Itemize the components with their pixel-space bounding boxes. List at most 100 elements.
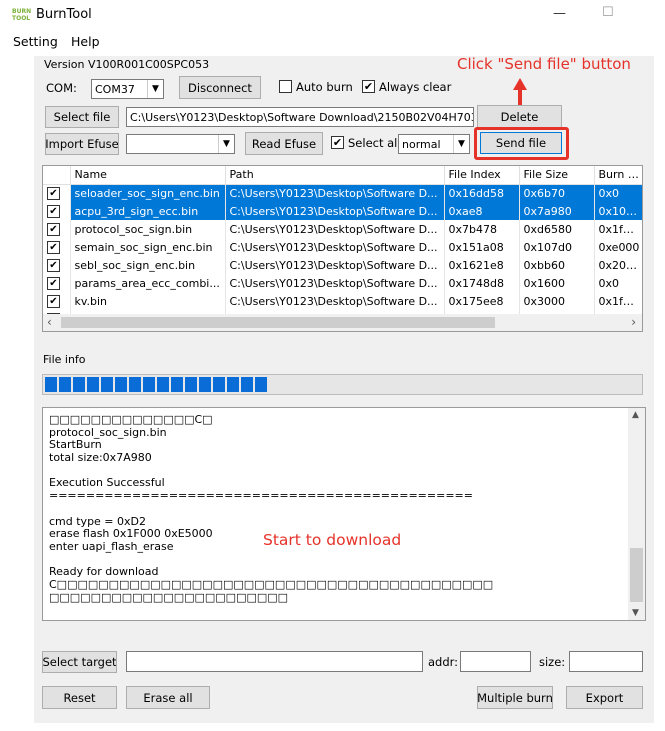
mode-value: normal bbox=[402, 137, 441, 151]
scroll-up-icon[interactable]: ▲ bbox=[632, 410, 639, 420]
select-file-button[interactable]: Select file bbox=[45, 106, 119, 128]
log-vscrollbar[interactable]: ▲ ▼ bbox=[628, 408, 645, 620]
chevron-down-icon: ▼ bbox=[218, 135, 234, 153]
row-size: 0x6b70 bbox=[519, 184, 595, 202]
multiple-burn-button[interactable]: Multiple burn bbox=[477, 686, 553, 709]
row-checkbox[interactable]: ✔ bbox=[43, 220, 71, 238]
row-path: C:\Users\Y0123\Desktop\Software D... bbox=[225, 220, 445, 238]
row-checkbox[interactable]: ✔ bbox=[43, 292, 71, 310]
addr-label: addr: bbox=[428, 655, 459, 669]
log-line: total size:0x7A980 bbox=[49, 451, 152, 465]
select-all-checkbox[interactable]: ✔ bbox=[331, 136, 344, 149]
com-value: COM37 bbox=[95, 82, 135, 96]
row-name: sebl_soc_sign_enc.bin bbox=[70, 256, 226, 274]
menu-setting[interactable]: Setting bbox=[13, 34, 58, 49]
row-addr: 0x10400 bbox=[594, 202, 642, 220]
read-efuse-button[interactable]: Read Efuse bbox=[245, 132, 323, 155]
table-hscrollbar[interactable]: ‹ › bbox=[43, 314, 642, 331]
erase-all-button[interactable]: Erase all bbox=[126, 686, 210, 709]
send-file-annotation: Click "Send file" button bbox=[457, 55, 631, 73]
row-addr: 0x2000 bbox=[594, 256, 642, 274]
header-path[interactable]: Path bbox=[225, 166, 445, 185]
row-checkbox[interactable]: ✔ bbox=[43, 256, 71, 274]
import-efuse-button[interactable]: Import Efuse bbox=[45, 133, 119, 155]
row-path: C:\Users\Y0123\Desktop\Software D... bbox=[225, 202, 445, 220]
select-target-button[interactable]: Select target bbox=[42, 651, 117, 673]
progress-fill bbox=[45, 377, 269, 392]
row-checkbox[interactable]: ✔ bbox=[43, 274, 71, 292]
table-row[interactable]: ✔ acpu_3rd_sign_ecc.bin C:\Users\Y0123\D… bbox=[43, 202, 642, 220]
log-output[interactable]: □□□□□□□□□□□□□□C□ protocol_soc_sign.bin Sta… bbox=[42, 407, 646, 621]
row-index: 0x1621e8 bbox=[444, 256, 520, 274]
row-size: 0x7a980 bbox=[519, 202, 595, 220]
progress-bar bbox=[42, 374, 643, 395]
disconnect-button[interactable]: Disconnect bbox=[179, 76, 261, 99]
size-input[interactable] bbox=[569, 651, 643, 672]
scroll-left-icon[interactable]: ‹ bbox=[47, 315, 52, 329]
row-index: 0xae8 bbox=[444, 202, 520, 220]
row-index: 0x7b478 bbox=[444, 220, 520, 238]
table-row[interactable]: ✔ seloader_soc_sign_enc.bin C:\Users\Y01… bbox=[43, 184, 642, 202]
header-file-index[interactable]: File Index bbox=[444, 166, 520, 185]
hscroll-thumb[interactable] bbox=[61, 317, 495, 328]
row-path: C:\Users\Y0123\Desktop\Software D... bbox=[225, 238, 445, 256]
log-line: C□□□□□□□□□□□□□□□□□□□□□□□□□□□□□□□□□□□□□□□… bbox=[49, 577, 494, 591]
row-name: semain_soc_sign_enc.bin bbox=[70, 238, 226, 256]
scroll-right-icon[interactable]: › bbox=[631, 315, 636, 329]
row-size: 0xbb60 bbox=[519, 256, 595, 274]
addr-input[interactable] bbox=[460, 651, 531, 672]
log-line: □□□□□□□□□□□□□□C□ bbox=[49, 413, 213, 426]
version-label: Version V100R001C00SPC053 bbox=[44, 58, 210, 71]
row-path: C:\Users\Y0123\Desktop\Software D... bbox=[225, 256, 445, 274]
table-row[interactable]: ✔ params_area_ecc_combi... C:\Users\Y012… bbox=[43, 274, 642, 292]
file-table-grid: Name Path File Index File Size Burn Ad ✔… bbox=[43, 166, 642, 328]
row-checkbox[interactable]: ✔ bbox=[43, 202, 71, 220]
row-name: protocol_soc_sign.bin bbox=[70, 220, 226, 238]
target-input[interactable] bbox=[126, 651, 423, 672]
row-name: kv.bin bbox=[70, 292, 226, 310]
table-header-row: Name Path File Index File Size Burn Ad bbox=[43, 166, 642, 185]
table-row[interactable]: ✔ protocol_soc_sign.bin C:\Users\Y0123\D… bbox=[43, 220, 642, 238]
auto-burn-checkbox[interactable] bbox=[279, 80, 292, 93]
always-clear-checkbox[interactable]: ✔ bbox=[362, 80, 375, 93]
header-check bbox=[43, 166, 71, 185]
reset-button[interactable]: Reset bbox=[42, 686, 117, 709]
scroll-down-icon[interactable]: ▼ bbox=[632, 608, 639, 618]
auto-burn-label: Auto burn bbox=[296, 80, 353, 94]
row-index: 0x151a08 bbox=[444, 238, 520, 256]
row-addr: 0x1f100 bbox=[594, 292, 642, 310]
export-button[interactable]: Export bbox=[566, 686, 643, 709]
row-size: 0xd6580 bbox=[519, 220, 595, 238]
row-path: C:\Users\Y0123\Desktop\Software D... bbox=[225, 274, 445, 292]
mode-select[interactable]: normal ▼ bbox=[398, 134, 470, 154]
vscroll-thumb[interactable] bbox=[630, 548, 643, 602]
row-addr: 0x0 bbox=[594, 274, 642, 292]
table-row[interactable]: ✔ sebl_soc_sign_enc.bin C:\Users\Y0123\D… bbox=[43, 256, 642, 274]
menu-help[interactable]: Help bbox=[71, 34, 100, 49]
minimize-icon[interactable]: — bbox=[553, 6, 566, 21]
row-checkbox[interactable]: ✔ bbox=[43, 238, 71, 256]
row-path: C:\Users\Y0123\Desktop\Software D... bbox=[225, 184, 445, 202]
header-file-size[interactable]: File Size bbox=[519, 166, 595, 185]
delete-button[interactable]: Delete bbox=[477, 105, 562, 128]
always-clear-label: Always clear bbox=[379, 80, 452, 94]
log-line: protocol_soc_sign.bin bbox=[49, 425, 167, 439]
row-path: C:\Users\Y0123\Desktop\Software D... bbox=[225, 292, 445, 310]
row-addr: 0x1f000 bbox=[594, 220, 642, 238]
file-path-input[interactable]: C:\Users\Y0123\Desktop\Software Download… bbox=[126, 107, 474, 127]
send-file-button[interactable]: Send file bbox=[480, 132, 562, 154]
table-row[interactable]: ✔ semain_soc_sign_enc.bin C:\Users\Y0123… bbox=[43, 238, 642, 256]
header-name[interactable]: Name bbox=[70, 166, 226, 185]
chevron-down-icon: ▼ bbox=[453, 135, 469, 153]
row-name: acpu_3rd_sign_ecc.bin bbox=[70, 202, 226, 220]
efuse-select[interactable]: ▼ bbox=[126, 134, 235, 154]
row-checkbox[interactable]: ✔ bbox=[43, 184, 71, 202]
com-select[interactable]: COM37 ▼ bbox=[91, 79, 164, 99]
maximize-icon[interactable]: ☐ bbox=[602, 5, 614, 20]
com-label: COM: bbox=[46, 81, 77, 95]
table-row[interactable]: ✔ kv.bin C:\Users\Y0123\Desktop\Software… bbox=[43, 292, 642, 310]
log-line: ========================================… bbox=[49, 489, 473, 503]
row-index: 0x16dd58 bbox=[444, 184, 520, 202]
header-burn-addr[interactable]: Burn Ad bbox=[594, 166, 642, 185]
